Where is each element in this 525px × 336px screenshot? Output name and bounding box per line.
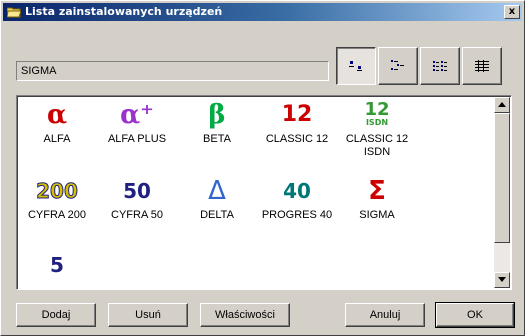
device-item-classic-12-isdn[interactable]: 12 ISDN CLASSIC 12 ISDN xyxy=(337,100,417,159)
selected-device-field: SIGMA xyxy=(16,61,329,81)
scroll-down-button[interactable] xyxy=(494,272,510,288)
device-list[interactable]: α ALFA α⁺ ALFA PLUS β BETA 12 CLASSIC 12… xyxy=(16,95,512,290)
device-item-classic-12[interactable]: 12 CLASSIC 12 xyxy=(257,100,337,146)
arrow-down-icon xyxy=(498,277,506,282)
scroll-up-button[interactable] xyxy=(494,97,510,113)
device-item-cyfra-200[interactable]: 200 CYFRA 200 xyxy=(17,176,97,222)
scroll-thumb[interactable] xyxy=(494,113,510,243)
device-item-cyfra-50[interactable]: 50 CYFRA 50 xyxy=(97,176,177,222)
close-button[interactable]: x xyxy=(504,5,520,19)
add-button[interactable]: Dodaj xyxy=(16,303,96,327)
device-label: CLASSIC 12 ISDN xyxy=(345,133,409,158)
device-label: CYFRA 50 xyxy=(111,209,163,221)
device-label: ALFA PLUS xyxy=(107,133,167,145)
device-item-alfa-plus[interactable]: α⁺ ALFA PLUS xyxy=(97,100,177,146)
alfa-plus-icon: α⁺ xyxy=(120,100,154,130)
small-icons-view-button[interactable] xyxy=(378,47,418,85)
cyfra-50-icon: 50 xyxy=(123,179,151,203)
beta-icon: β xyxy=(208,100,226,130)
device-item-partial[interactable]: 5 xyxy=(17,250,97,280)
details-view-icon xyxy=(475,60,489,72)
sigma-icon: Σ xyxy=(368,176,386,206)
delta-icon: Δ xyxy=(208,176,226,206)
list-view-button[interactable] xyxy=(420,47,460,85)
device-item-delta[interactable]: Δ DELTA xyxy=(177,176,257,222)
device-label: CYFRA 200 xyxy=(27,209,87,221)
vertical-scrollbar[interactable] xyxy=(494,97,510,288)
classic-12-icon: 12 xyxy=(281,102,313,127)
classic-12-isdn-subtext: ISDN xyxy=(365,118,389,127)
remove-button[interactable]: Usuń xyxy=(108,303,188,327)
classic-12-isdn-number: 12 xyxy=(364,99,390,120)
cancel-button[interactable]: Anuluj xyxy=(345,303,425,327)
device-item-sigma[interactable]: Σ SIGMA xyxy=(337,176,417,222)
details-view-button[interactable] xyxy=(462,47,502,85)
device-5-icon: 5 xyxy=(50,253,64,277)
classic-12-isdn-icon: 12 ISDN xyxy=(337,100,417,130)
device-label: SIGMA xyxy=(359,209,395,221)
large-icons-view-button[interactable] xyxy=(336,47,376,85)
device-label: BETA xyxy=(203,133,231,145)
title-bar[interactable]: Lista zainstalowanych urządzeń x xyxy=(3,3,522,21)
dialog-window: Lista zainstalowanych urządzeń x SIGMA α… xyxy=(0,0,525,336)
properties-button[interactable]: Właściwości xyxy=(200,303,290,327)
device-item-progres-40[interactable]: 40 PROGRES 40 xyxy=(257,176,337,222)
device-label: PROGRES 40 xyxy=(261,209,333,221)
alfa-icon: α xyxy=(46,100,67,130)
cyfra-200-icon: 200 xyxy=(36,179,79,204)
device-item-alfa[interactable]: α ALFA xyxy=(17,100,97,146)
ok-button[interactable]: OK xyxy=(435,302,515,328)
large-icons-view-icon xyxy=(349,61,362,71)
device-label: ALFA xyxy=(43,133,71,145)
folder-icon xyxy=(6,6,22,21)
device-item-beta[interactable]: β BETA xyxy=(177,100,257,146)
device-label: CLASSIC 12 xyxy=(265,133,329,145)
device-label: DELTA xyxy=(200,209,234,221)
small-icons-view-icon xyxy=(391,60,404,70)
window-title: Lista zainstalowanych urządzeń xyxy=(25,5,223,18)
list-view-icon xyxy=(433,61,447,71)
progres-40-icon: 40 xyxy=(283,179,311,203)
arrow-up-icon xyxy=(498,102,506,107)
